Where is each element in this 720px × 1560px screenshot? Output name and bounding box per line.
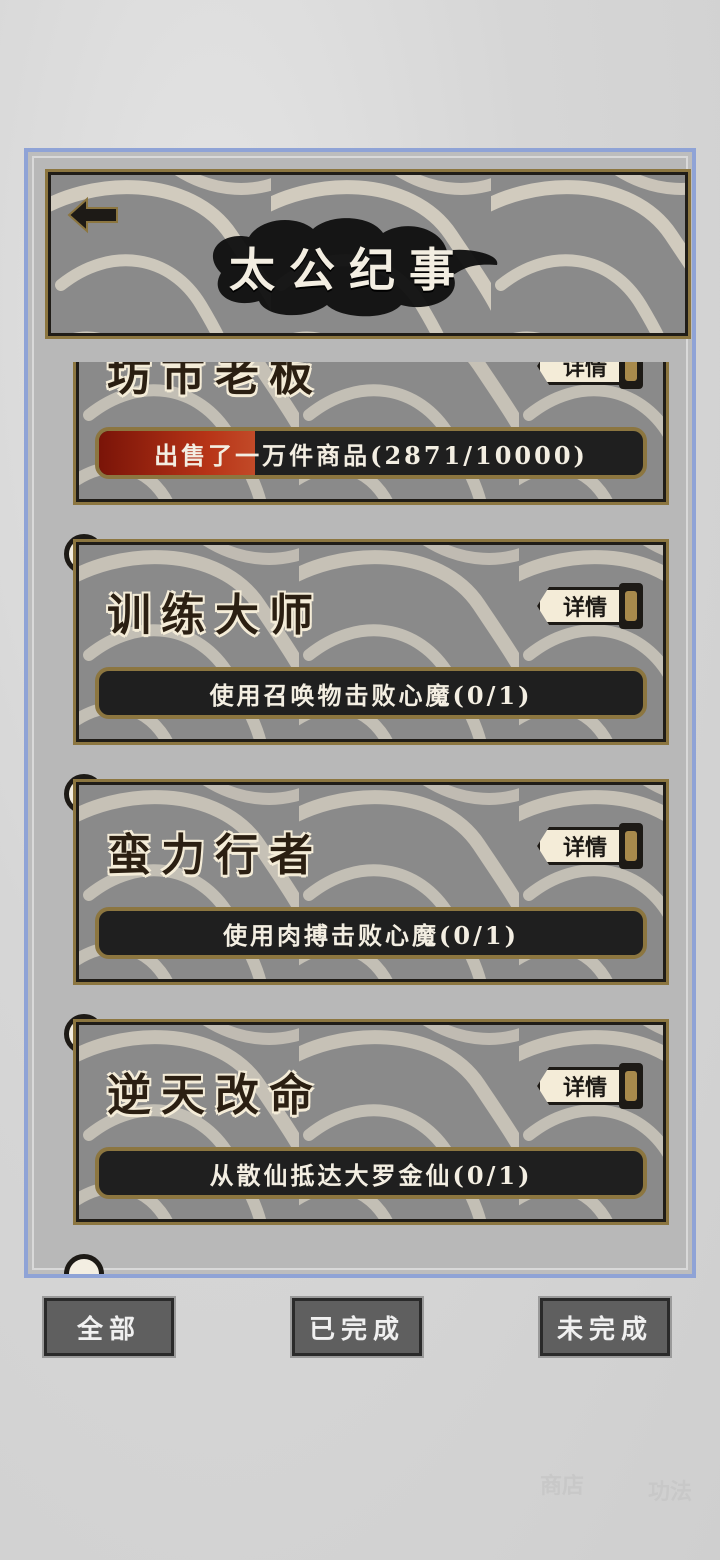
achievement-title: 蛮力行者 bbox=[107, 830, 323, 881]
achievement-card: 坊市老板 详情 出售了一万件商品(2871/10000) bbox=[73, 362, 669, 505]
detail-button[interactable]: 详情 bbox=[537, 362, 645, 389]
panel-inner: 太公纪事 坊市老板 详情 出售了一万件商品(2871/10000) 训练大师 详… bbox=[32, 156, 691, 1274]
sword-hilt-icon bbox=[619, 823, 643, 869]
progress-text: 从散仙抵达大罗金仙(0/1) bbox=[209, 1160, 533, 1190]
progress-text: 使用召唤物击败心魔(0/1) bbox=[209, 680, 533, 710]
progress-bar: 从散仙抵达大罗金仙(0/1) bbox=[95, 1147, 647, 1199]
background-skills-label: 功法 bbox=[648, 1479, 693, 1505]
achievement-card: 逆天改命 详情 从散仙抵达大罗金仙(0/1) bbox=[73, 1019, 669, 1225]
sword-hilt-icon bbox=[619, 362, 643, 389]
header: 太公纪事 bbox=[45, 169, 691, 339]
progress-text: 出售了一万件商品(2871/10000) bbox=[154, 440, 588, 470]
detail-button[interactable]: 详情 bbox=[537, 823, 645, 869]
tab-all[interactable]: 全部 bbox=[42, 1296, 176, 1358]
progress-bar: 使用肉搏击败心魔(0/1) bbox=[95, 907, 647, 959]
progress-bar: 使用召唤物击败心魔(0/1) bbox=[95, 667, 647, 719]
achievement-title: 逆天改命 bbox=[107, 1070, 323, 1121]
detail-label: 详情 bbox=[537, 1067, 623, 1105]
detail-button[interactable]: 详情 bbox=[537, 1063, 645, 1109]
detail-label: 详情 bbox=[537, 587, 623, 625]
back-button[interactable] bbox=[63, 193, 123, 237]
progress-text: 使用肉搏击败心魔(0/1) bbox=[223, 920, 519, 950]
achievement-card: 蛮力行者 详情 使用肉搏击败心魔(0/1) bbox=[73, 779, 669, 985]
sword-hilt-icon bbox=[619, 1063, 643, 1109]
achievement-title: 训练大师 bbox=[107, 590, 323, 641]
detail-label: 详情 bbox=[537, 362, 623, 385]
background-shop-label: 商店 bbox=[540, 1473, 585, 1499]
achievement-card: 训练大师 详情 使用召唤物击败心魔(0/1) bbox=[73, 539, 669, 745]
sword-hilt-icon bbox=[619, 583, 643, 629]
achievement-list[interactable]: 坊市老板 详情 出售了一万件商品(2871/10000) 训练大师 详情 使用召… bbox=[34, 362, 692, 1274]
back-arrow-icon bbox=[67, 196, 118, 234]
achievement-panel: 太公纪事 坊市老板 详情 出售了一万件商品(2871/10000) 训练大师 详… bbox=[24, 148, 696, 1278]
detail-label: 详情 bbox=[537, 827, 623, 865]
detail-button[interactable]: 详情 bbox=[537, 583, 645, 629]
page-title: 太公纪事 bbox=[229, 243, 469, 297]
tab-completed[interactable]: 已完成 bbox=[290, 1296, 424, 1358]
progress-bar: 出售了一万件商品(2871/10000) bbox=[95, 427, 647, 479]
achievement-title: 坊市老板 bbox=[107, 362, 323, 401]
tab-incomplete[interactable]: 未完成 bbox=[538, 1296, 672, 1358]
pin-icon bbox=[64, 1254, 104, 1274]
filter-tabs: 全部 已完成 未完成 bbox=[0, 1296, 720, 1362]
